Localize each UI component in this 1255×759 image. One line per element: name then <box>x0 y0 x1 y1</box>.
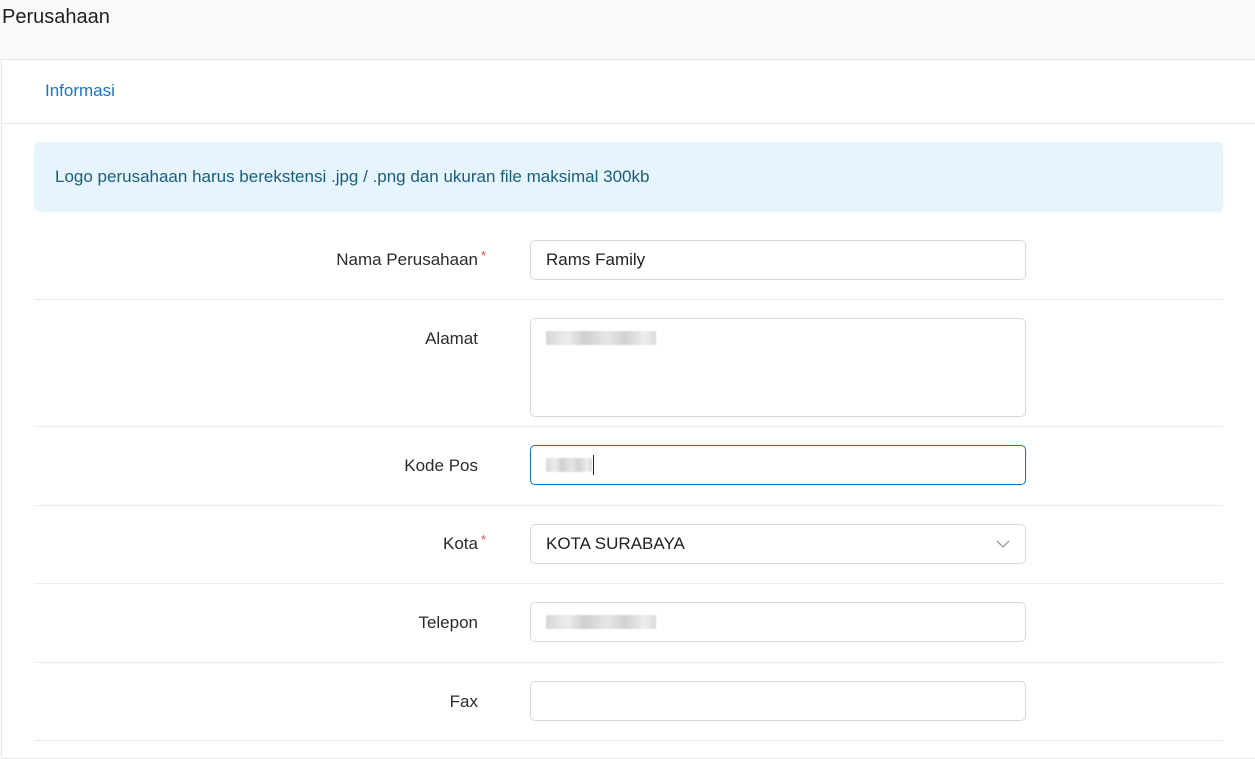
form-row-alamat: Alamat <box>34 300 1223 427</box>
label-alamat: Alamat <box>425 329 478 348</box>
alamat-redacted-value <box>546 331 656 345</box>
page-title: Perusahaan <box>2 6 110 28</box>
kode-pos-input[interactable] <box>530 445 1026 485</box>
info-alert: Logo perusahaan harus berekstensi .jpg /… <box>34 142 1223 212</box>
form-row-kota: Kota * KOTA SURABAYA <box>34 506 1223 584</box>
label-kode-pos: Kode Pos <box>404 456 478 475</box>
label-kota: Kota * <box>443 532 486 553</box>
form-row-kode-pos: Kode Pos <box>34 427 1223 506</box>
chevron-down-icon <box>996 540 1010 548</box>
kode-pos-redacted-value <box>546 458 592 472</box>
telepon-redacted-value <box>546 615 656 629</box>
text-cursor <box>593 455 594 475</box>
label-telepon: Telepon <box>418 613 478 632</box>
kota-selected-value: KOTA SURABAYA <box>546 534 685 553</box>
required-marker: * <box>480 532 486 547</box>
nama-perusahaan-value: Rams Family <box>546 250 646 269</box>
alamat-textarea[interactable] <box>530 318 1026 417</box>
tab-bar: Informasi <box>2 60 1255 124</box>
label-nama-perusahaan: Nama Perusahaan * <box>336 248 486 269</box>
company-card: Informasi Logo perusahaan harus berekste… <box>1 59 1255 759</box>
alert-text: Logo perusahaan harus berekstensi .jpg /… <box>55 167 650 186</box>
fax-input[interactable] <box>530 681 1026 721</box>
tab-informasi[interactable]: Informasi <box>45 81 115 101</box>
form-row-fax: Fax <box>34 663 1223 741</box>
label-fax: Fax <box>449 692 478 711</box>
form-row-telepon: Telepon <box>34 584 1223 663</box>
telepon-input[interactable] <box>530 602 1026 642</box>
nama-perusahaan-input[interactable]: Rams Family <box>530 240 1026 280</box>
kota-select[interactable]: KOTA SURABAYA <box>530 524 1026 564</box>
form-row-nama-perusahaan: Nama Perusahaan * Rams Family <box>34 222 1223 300</box>
required-marker: * <box>480 248 486 263</box>
